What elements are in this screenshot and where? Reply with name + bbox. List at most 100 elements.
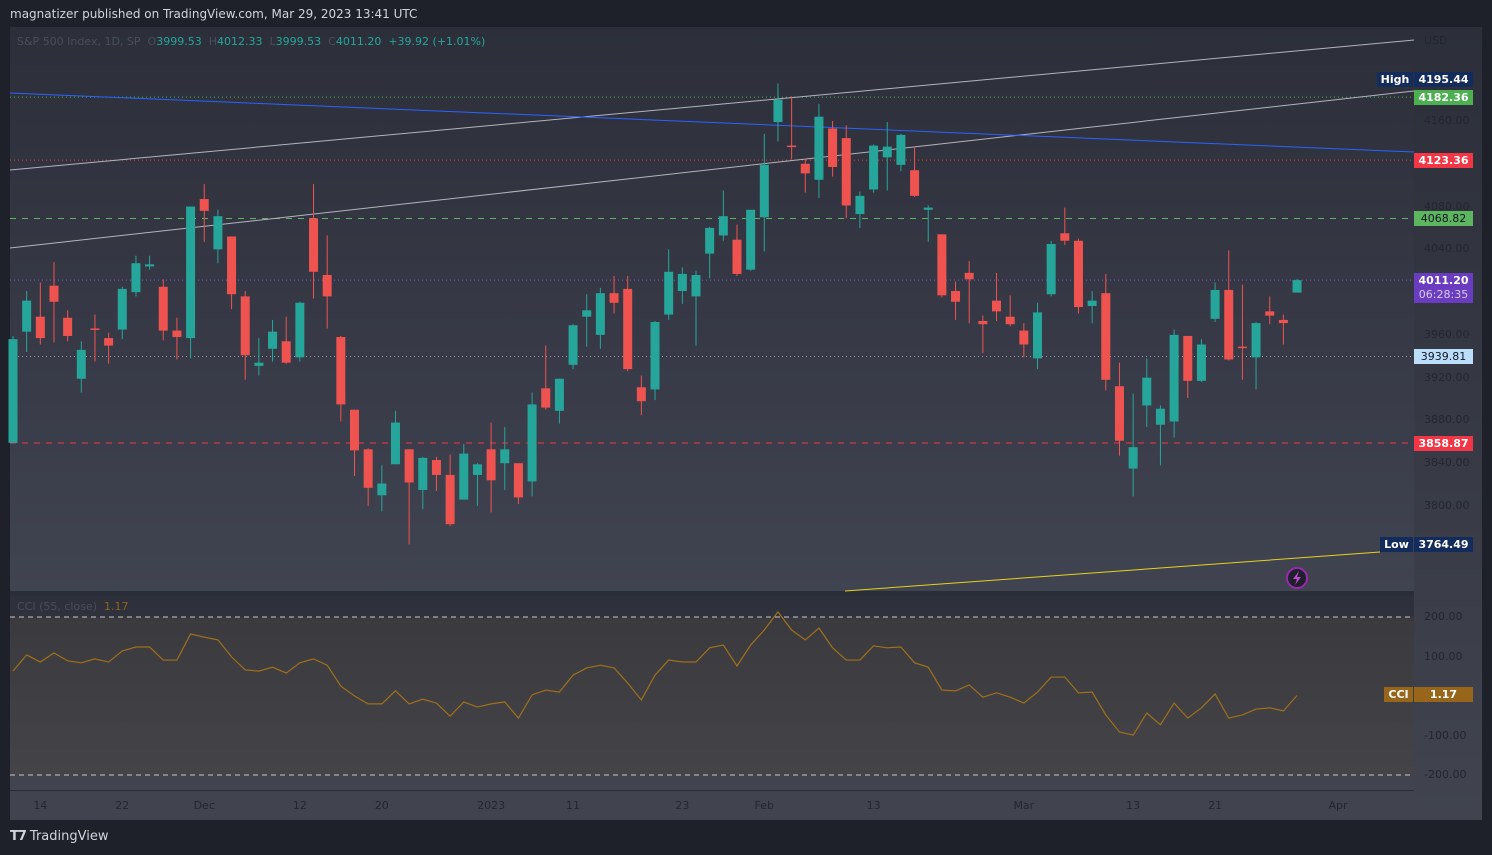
candle-body (227, 236, 237, 295)
candle-body (814, 116, 824, 180)
candle (595, 287, 605, 349)
candle (828, 121, 838, 177)
candle (268, 319, 278, 362)
candle (636, 375, 646, 416)
candle-body (923, 207, 933, 210)
candle-body (1224, 289, 1234, 360)
candle (1046, 240, 1056, 297)
low-price-badge: 3764.49 (1414, 537, 1473, 552)
lightning-alert-icon[interactable] (1286, 567, 1308, 589)
tradingview-logo[interactable]: T7 TradingView (10, 829, 108, 844)
candle-body (964, 272, 974, 280)
cci-tag-label: CCI (1384, 687, 1413, 702)
candle-body (1210, 289, 1220, 319)
candle-body (746, 209, 756, 270)
candle (937, 234, 947, 298)
candle-body (664, 271, 674, 315)
price-tick-label: 3880.00 (1424, 413, 1470, 427)
candle-body (1155, 408, 1165, 425)
candle (377, 465, 387, 512)
candle (172, 317, 182, 360)
candle (1183, 335, 1193, 398)
trendline-blue[interactable] (9, 92, 1415, 153)
cci-legend[interactable]: CCI (55, close) 1.17 (17, 600, 129, 613)
candle-body (90, 328, 100, 330)
candle (787, 96, 797, 160)
candle-body (691, 274, 701, 297)
candle (22, 291, 32, 352)
candle-body (527, 404, 537, 482)
close-label: C (328, 35, 336, 48)
high-price-badge: 4195.44 (1414, 72, 1473, 87)
candle-body (937, 234, 947, 296)
candle-body (1101, 293, 1111, 380)
candle (486, 422, 496, 513)
candle (1196, 339, 1206, 382)
candle (199, 184, 209, 242)
candle (582, 294, 592, 347)
candle-body (978, 320, 988, 325)
trendline-upper-white[interactable] (9, 39, 1415, 171)
candle (882, 122, 892, 191)
candle (554, 378, 564, 424)
symbol-legend[interactable]: S&P 500 Index, 1D, SP O3999.53 H4012.33 … (17, 35, 485, 48)
candle-body (773, 99, 783, 123)
candle (910, 146, 920, 197)
candle-body (1073, 240, 1083, 308)
candle (1101, 273, 1111, 391)
candle-body (240, 296, 250, 356)
level-badge-4182: 4182.36 (1414, 90, 1473, 105)
candle-body (1033, 312, 1042, 359)
candle (49, 262, 59, 343)
candle-body (759, 164, 769, 218)
candle-body (158, 286, 168, 331)
candle-body (404, 449, 414, 483)
cci-title: CCI (55, close) (17, 600, 98, 613)
candle-body (623, 288, 633, 370)
candle (322, 235, 332, 329)
candle (8, 335, 18, 443)
candle-body (363, 449, 373, 488)
candle-body (705, 227, 715, 254)
price-tick-label: 3960.00 (1424, 327, 1470, 341)
candle-body (1128, 447, 1138, 469)
candle (1060, 207, 1070, 246)
candle (568, 324, 578, 370)
candle-body (554, 378, 564, 411)
candle-body (595, 293, 605, 335)
candle-body (22, 300, 32, 332)
open-value: 3999.53 (156, 35, 202, 48)
candle-body (186, 206, 196, 339)
candle-body (1169, 334, 1179, 422)
candle (1142, 358, 1152, 427)
candle (664, 249, 674, 320)
candle-body (800, 163, 810, 174)
candle (1005, 295, 1015, 327)
price-tick-label: 4040.00 (1424, 242, 1470, 256)
candle (240, 291, 250, 380)
date-tick-label: 20 (374, 799, 389, 812)
cci-legend-value: 1.17 (104, 600, 129, 613)
price-tick-label: 3920.00 (1424, 370, 1470, 384)
candle-body (718, 216, 728, 236)
candle-body (500, 449, 510, 464)
candle (541, 345, 551, 410)
candle (459, 443, 469, 500)
candle-body (513, 463, 523, 498)
cci-tick-label: -100.00 (1424, 728, 1467, 742)
candle (117, 286, 127, 340)
date-tick-label: Feb (754, 799, 775, 812)
candle-body (309, 218, 319, 272)
candle-body (350, 409, 359, 451)
symbol-name: S&P 500 Index, 1D, SP (17, 35, 141, 48)
candle (869, 144, 879, 193)
candle (951, 281, 961, 320)
candle (814, 103, 824, 198)
date-tick-label: Mar (1013, 799, 1035, 812)
candle (158, 279, 168, 341)
candle (35, 282, 45, 345)
date-tick-label: 23 (675, 799, 690, 812)
candle-body (295, 302, 305, 358)
candle (677, 267, 687, 304)
brand-name: TradingView (29, 829, 109, 844)
